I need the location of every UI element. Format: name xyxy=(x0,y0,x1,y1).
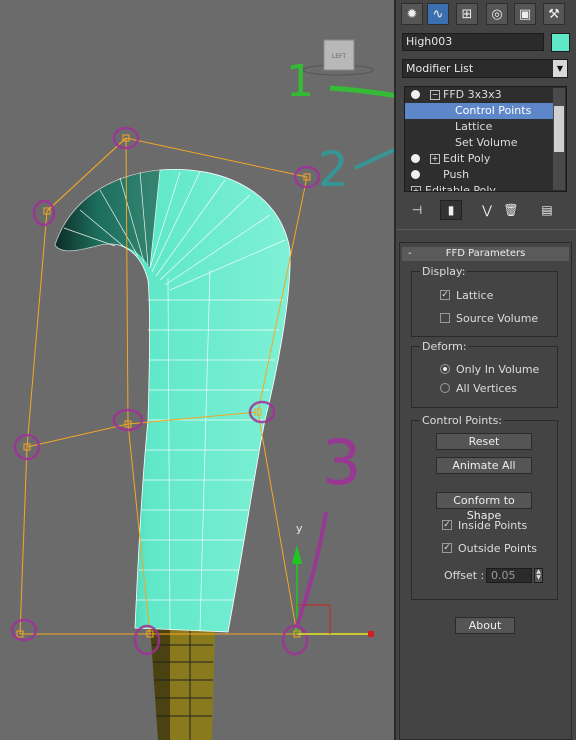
source-volume-checkbox-label: Source Volume xyxy=(456,312,539,325)
annotation-3-number: 3 xyxy=(322,426,361,499)
stack-item-ffd[interactable]: − FFD 3x3x3 xyxy=(405,87,553,103)
about-button[interactable]: About xyxy=(455,617,515,634)
viewport-canvas[interactable]: y LEFT 1 2 3 xyxy=(0,0,394,740)
stack-item-label: FFD 3x3x3 xyxy=(443,88,502,101)
lightbulb-icon[interactable] xyxy=(411,170,420,179)
offset-label: Offset : xyxy=(444,569,485,582)
annotation-1-number: 1 xyxy=(286,56,314,107)
radio-selected-icon[interactable] xyxy=(440,364,450,374)
annotation-2: 2 xyxy=(318,142,394,198)
stack-toolbar: ⊣ ▮ ⋁ 🗑 ▤ xyxy=(404,200,568,222)
remove-modifier-icon[interactable]: 🗑 xyxy=(500,200,522,220)
stack-item-label: Lattice xyxy=(455,120,493,133)
left-viewport[interactable]: y LEFT 1 2 3 xyxy=(0,0,394,740)
viewcube-label: LEFT xyxy=(332,53,346,60)
lightbulb-icon[interactable] xyxy=(411,154,420,163)
modifier-list-label: Modifier List xyxy=(406,62,474,75)
reset-button[interactable]: Reset xyxy=(436,433,532,450)
pin-stack-icon[interactable]: ⊣ xyxy=(406,200,428,220)
checkbox-checked-icon[interactable]: ✓ xyxy=(442,543,452,553)
all-vertices-label: All Vertices xyxy=(456,382,518,395)
deform-group-label: Deform: xyxy=(420,340,469,353)
ffd-parameters-header[interactable]: - FFD Parameters xyxy=(402,247,569,261)
object-color-swatch[interactable] xyxy=(551,33,570,52)
stack-item-label: Control Points xyxy=(455,104,532,117)
rollout-title: FFD Parameters xyxy=(445,248,526,259)
checkbox-unchecked-icon[interactable] xyxy=(440,313,450,323)
expand-icon[interactable]: + xyxy=(430,154,440,164)
stack-item-lattice[interactable]: Lattice xyxy=(405,119,553,135)
stack-item-label: Edit Poly xyxy=(443,152,491,165)
stack-item-set-volume[interactable]: Set Volume xyxy=(405,135,553,151)
sun-icon[interactable]: ✹ xyxy=(401,3,423,25)
command-panel-tabs: ✹ ∿ ⊞ ◎ ▣ ⚒ xyxy=(396,0,576,30)
lattice-checkbox-label: Lattice xyxy=(456,289,494,302)
radio-unselected-icon[interactable] xyxy=(440,383,450,393)
only-in-volume-label: Only In Volume xyxy=(456,363,540,376)
stack-item-push[interactable]: Push xyxy=(405,167,553,183)
make-unique-icon[interactable]: ⋁ xyxy=(476,200,498,220)
panel-separator xyxy=(396,229,576,230)
stack-scrollbar[interactable] xyxy=(553,88,565,190)
stack-item-label: Push xyxy=(443,168,470,181)
lightbulb-icon[interactable] xyxy=(411,90,420,99)
animate-all-button[interactable]: Animate All xyxy=(436,457,532,474)
stack-item-editable-poly[interactable]: + Editable Poly xyxy=(405,183,553,192)
stack-scrollbar-thumb[interactable] xyxy=(554,106,564,152)
chevron-down-icon[interactable]: ▼ xyxy=(553,60,567,77)
outside-points-label: Outside Points xyxy=(458,542,538,555)
hammer-icon[interactable]: ⚒ xyxy=(543,3,565,25)
checkbox-checked-icon[interactable]: ✓ xyxy=(440,290,450,300)
offset-spinner-icon[interactable]: ▲ ▼ xyxy=(534,568,543,583)
hook-mesh xyxy=(54,168,291,633)
ffd-parameters-rollout: - FFD Parameters Display: ✓ Lattice Sour… xyxy=(399,242,572,740)
collapse-icon: - xyxy=(408,248,412,259)
show-end-result-icon[interactable]: ▮ xyxy=(440,200,462,220)
modifier-list-dropdown[interactable]: Modifier List ▼ xyxy=(402,59,568,78)
annotation-2-number: 2 xyxy=(318,142,349,198)
offset-input[interactable]: 0.05 xyxy=(486,568,532,583)
display-group: Display: ✓ Lattice Source Volume xyxy=(411,265,558,337)
transform-gizmo[interactable] xyxy=(292,545,374,637)
stack-item-control-points[interactable]: Control Points xyxy=(405,103,553,119)
checkbox-checked-icon[interactable]: ✓ xyxy=(442,520,452,530)
annotation-3: 3 xyxy=(294,426,361,629)
motion-icon[interactable]: ◎ xyxy=(486,3,508,25)
axis-y-label: y xyxy=(296,522,303,535)
display-monitor-icon[interactable]: ▣ xyxy=(514,3,536,25)
conform-to-shape-button[interactable]: Conform to Shape xyxy=(436,492,532,522)
stack-item-label: Editable Poly xyxy=(425,184,496,192)
hierarchy-icon[interactable]: ⊞ xyxy=(456,3,478,25)
control-points-group-label: Control Points: xyxy=(420,414,505,427)
display-group-label: Display: xyxy=(420,265,468,278)
object-name-field[interactable]: High003 xyxy=(402,33,544,51)
modifier-stack[interactable]: − FFD 3x3x3 Control Points Lattice Set V… xyxy=(404,86,567,192)
configure-modifier-sets-icon[interactable]: ▤ xyxy=(536,200,558,220)
collapse-icon[interactable]: − xyxy=(430,90,440,100)
stack-item-edit-poly[interactable]: + Edit Poly xyxy=(405,151,553,167)
stack-item-label: Set Volume xyxy=(455,136,518,149)
modify-curve-icon[interactable]: ∿ xyxy=(427,3,449,25)
inside-points-label: Inside Points xyxy=(458,519,528,532)
command-panel: ✹ ∿ ⊞ ◎ ▣ ⚒ High003 Modifier List ▼ − FF… xyxy=(396,0,576,740)
expand-icon[interactable]: + xyxy=(411,186,421,191)
deform-group: Deform: Only In Volume All Vertices xyxy=(411,340,558,408)
